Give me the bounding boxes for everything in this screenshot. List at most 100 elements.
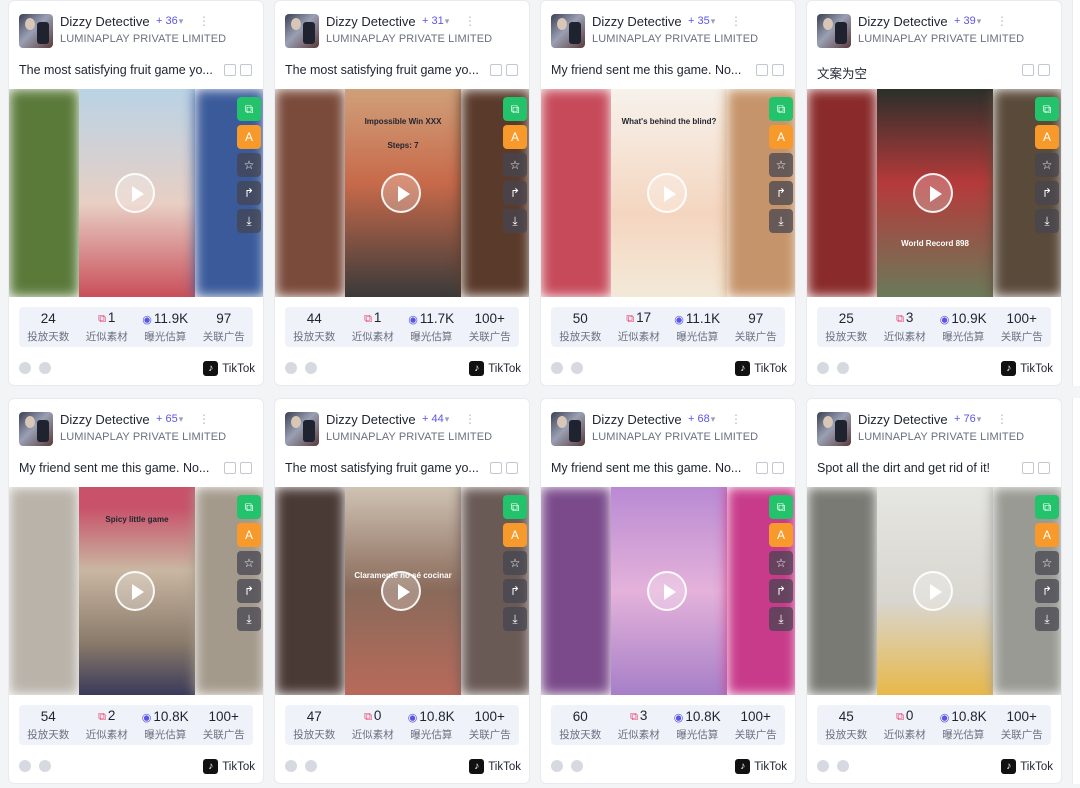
more-options-icon[interactable]: ⋮ — [730, 412, 742, 426]
ai-analyze-icon[interactable]: A — [1035, 523, 1059, 547]
more-apps-count[interactable]: + 68▾ — [688, 413, 715, 425]
app-avatar[interactable] — [817, 412, 851, 446]
play-icon[interactable] — [647, 173, 687, 213]
copy-text-icon[interactable] — [756, 462, 768, 474]
share-icon[interactable]: ↱ — [1035, 181, 1059, 205]
translate-icon[interactable] — [772, 64, 784, 76]
save-material-icon[interactable]: ⧉ — [503, 495, 527, 519]
download-icon[interactable]: ⤓ — [769, 607, 793, 631]
copy-text-icon[interactable] — [490, 462, 502, 474]
video-thumbnail[interactable]: Spicy little game — [9, 487, 263, 695]
play-icon[interactable] — [913, 571, 953, 611]
ad-card[interactable]: Dizzy Detective + 65▾ ⋮ LUMINAPLAY PRIVATE … — [8, 398, 264, 784]
video-thumbnail[interactable]: Impossible Win XXX Steps: 7 — [275, 89, 529, 297]
video-thumbnail[interactable]: What's behind the blind? — [541, 89, 795, 297]
app-avatar[interactable] — [285, 412, 319, 446]
play-icon[interactable] — [381, 571, 421, 611]
more-apps-count[interactable]: + 65▾ — [156, 413, 183, 425]
copy-text-icon[interactable] — [224, 462, 236, 474]
app-name[interactable]: Dizzy Detective — [592, 14, 682, 29]
ai-analyze-icon[interactable]: A — [1035, 125, 1059, 149]
save-material-icon[interactable]: ⧉ — [237, 97, 261, 121]
play-icon[interactable] — [115, 173, 155, 213]
copy-text-icon[interactable] — [756, 64, 768, 76]
download-icon[interactable]: ⤓ — [1035, 607, 1059, 631]
app-avatar[interactable] — [285, 14, 319, 48]
translate-icon[interactable] — [506, 462, 518, 474]
ad-card[interactable]: Dizzy Detective + 76▾ ⋮ LUMINAPLAY PRIVATE … — [806, 398, 1062, 784]
app-name[interactable]: Dizzy Detective — [858, 14, 948, 29]
star-icon[interactable]: ☆ — [503, 153, 527, 177]
save-material-icon[interactable]: ⧉ — [1035, 97, 1059, 121]
app-name[interactable]: Dizzy Detective — [858, 412, 948, 427]
more-options-icon[interactable]: ⋮ — [198, 412, 210, 426]
download-icon[interactable]: ⤓ — [1035, 209, 1059, 233]
save-material-icon[interactable]: ⧉ — [769, 495, 793, 519]
app-avatar[interactable] — [19, 412, 53, 446]
more-options-icon[interactable]: ⋮ — [464, 14, 476, 28]
download-icon[interactable]: ⤓ — [769, 209, 793, 233]
app-avatar[interactable] — [551, 14, 585, 48]
save-material-icon[interactable]: ⧉ — [237, 495, 261, 519]
ad-card[interactable]: Dizzy Detective + 35▾ ⋮ LUMINAPLAY PRIVATE … — [540, 0, 796, 386]
translate-icon[interactable] — [240, 64, 252, 76]
share-icon[interactable]: ↱ — [769, 181, 793, 205]
video-thumbnail[interactable] — [541, 487, 795, 695]
share-icon[interactable]: ↱ — [503, 579, 527, 603]
more-options-icon[interactable]: ⋮ — [464, 412, 476, 426]
ad-card[interactable]: Dizzy Detective + 68▾ ⋮ LUMINAPLAY PRIVATE … — [540, 398, 796, 784]
share-icon[interactable]: ↱ — [503, 181, 527, 205]
share-icon[interactable]: ↱ — [237, 181, 261, 205]
ad-card[interactable]: Dizzy Detective + 31▾ ⋮ LUMINAPLAY PRIVATE … — [274, 0, 530, 386]
download-icon[interactable]: ⤓ — [503, 607, 527, 631]
ai-analyze-icon[interactable]: A — [503, 523, 527, 547]
ai-analyze-icon[interactable]: A — [769, 125, 793, 149]
ad-card[interactable]: Dizzy Detective + 44▾ ⋮ LUMINAPLAY PRIVATE … — [274, 398, 530, 784]
star-icon[interactable]: ☆ — [237, 551, 261, 575]
ad-card[interactable]: Dizzy Detective + 36▾ ⋮ LUMINAPLAY PRIVATE … — [8, 0, 264, 386]
translate-icon[interactable] — [1038, 462, 1050, 474]
play-icon[interactable] — [115, 571, 155, 611]
download-icon[interactable]: ⤓ — [237, 209, 261, 233]
more-apps-count[interactable]: + 31▾ — [422, 15, 449, 27]
star-icon[interactable]: ☆ — [769, 551, 793, 575]
more-apps-count[interactable]: + 76▾ — [954, 413, 981, 425]
play-icon[interactable] — [913, 173, 953, 213]
copy-text-icon[interactable] — [490, 64, 502, 76]
translate-icon[interactable] — [1038, 64, 1050, 76]
more-apps-count[interactable]: + 36▾ — [156, 15, 183, 27]
app-name[interactable]: Dizzy Detective — [60, 412, 150, 427]
save-material-icon[interactable]: ⧉ — [769, 97, 793, 121]
app-avatar[interactable] — [551, 412, 585, 446]
app-avatar[interactable] — [817, 14, 851, 48]
star-icon[interactable]: ☆ — [1035, 551, 1059, 575]
video-thumbnail[interactable]: World Record 898 — [807, 89, 1061, 297]
more-apps-count[interactable]: + 44▾ — [422, 413, 449, 425]
app-name[interactable]: Dizzy Detective — [326, 14, 416, 29]
app-name[interactable]: Dizzy Detective — [60, 14, 150, 29]
download-icon[interactable]: ⤓ — [503, 209, 527, 233]
more-options-icon[interactable]: ⋮ — [996, 14, 1008, 28]
star-icon[interactable]: ☆ — [503, 551, 527, 575]
star-icon[interactable]: ☆ — [769, 153, 793, 177]
star-icon[interactable]: ☆ — [237, 153, 261, 177]
ai-analyze-icon[interactable]: A — [769, 523, 793, 547]
more-apps-count[interactable]: + 35▾ — [688, 15, 715, 27]
save-material-icon[interactable]: ⧉ — [503, 97, 527, 121]
save-material-icon[interactable]: ⧉ — [1035, 495, 1059, 519]
ad-card[interactable]: Dizzy Detective + 39▾ ⋮ LUMINAPLAY PRIVATE … — [806, 0, 1062, 386]
more-apps-count[interactable]: + 39▾ — [954, 15, 981, 27]
ai-analyze-icon[interactable]: A — [503, 125, 527, 149]
copy-text-icon[interactable] — [224, 64, 236, 76]
share-icon[interactable]: ↱ — [1035, 579, 1059, 603]
play-icon[interactable] — [647, 571, 687, 611]
video-thumbnail[interactable] — [9, 89, 263, 297]
app-avatar[interactable] — [19, 14, 53, 48]
app-name[interactable]: Dizzy Detective — [326, 412, 416, 427]
translate-icon[interactable] — [506, 64, 518, 76]
ai-analyze-icon[interactable]: A — [237, 523, 261, 547]
translate-icon[interactable] — [772, 462, 784, 474]
more-options-icon[interactable]: ⋮ — [730, 14, 742, 28]
more-options-icon[interactable]: ⋮ — [198, 14, 210, 28]
copy-text-icon[interactable] — [1022, 462, 1034, 474]
